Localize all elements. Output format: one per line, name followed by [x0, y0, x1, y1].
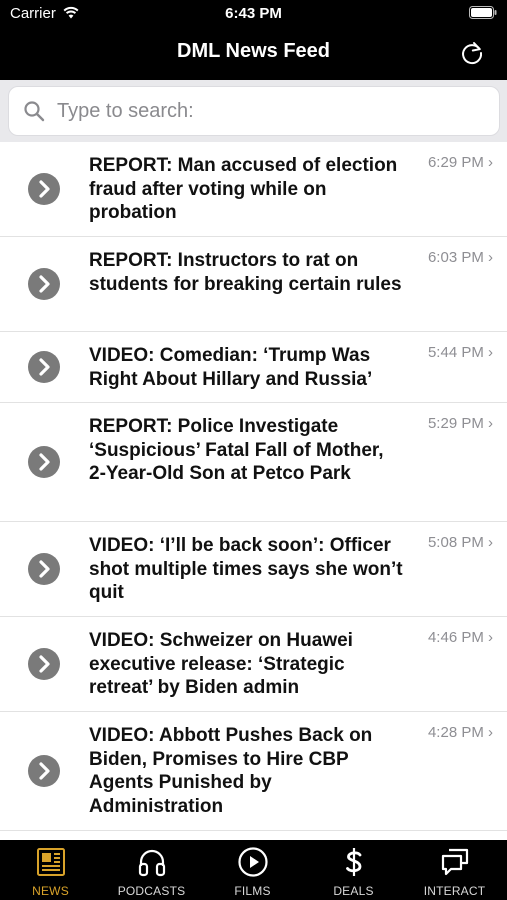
news-headline: VIDEO: ‘I’ll be back soon’: Officer shot… [89, 535, 403, 603]
tab-bar: NEWS PODCASTS FILMS DEALS INTERACT [0, 840, 507, 900]
news-item[interactable]: VIDEO: Schweizer on Huawei executive rel… [0, 617, 507, 712]
refresh-icon[interactable] [459, 40, 485, 66]
chevron-right-icon [28, 268, 60, 300]
status-bar: Carrier 6:43 PM [0, 0, 507, 28]
tab-label: PODCASTS [117, 884, 186, 898]
app-header: Carrier 6:43 PM DML News Feed [0, 0, 507, 80]
chevron-right-icon [28, 351, 60, 383]
chevron-right-icon [28, 755, 60, 787]
play-circle-icon [237, 847, 268, 877]
chevron-right-icon [28, 446, 60, 478]
tab-label: DEALS [333, 884, 374, 898]
news-item[interactable]: REPORT: Instructors to rat on students f… [0, 237, 507, 332]
search-bar [0, 80, 507, 142]
news-time: 6:03 PM › [427, 249, 493, 266]
news-item[interactable]: REPORT: Man accused of election fraud af… [0, 142, 507, 237]
chevron-right-icon [28, 648, 60, 680]
news-headline: REPORT: Police Investigate ‘Suspicious’ … [89, 416, 384, 484]
tab-interact[interactable]: INTERACT [404, 840, 505, 900]
news-headline: REPORT: Instructors to rat on students f… [89, 250, 402, 295]
news-item[interactable]: REPORT: Police Investigate ‘Suspicious’ … [0, 403, 507, 522]
news-time: 5:44 PM › [427, 344, 493, 361]
news-time: 6:29 PM › [427, 154, 493, 171]
newspaper-icon [36, 848, 65, 876]
news-headline: VIDEO: Abbott Pushes Back on Biden, Prom… [89, 725, 373, 817]
status-time: 6:43 PM [225, 5, 282, 22]
tab-deals[interactable]: DEALS [303, 840, 404, 900]
tab-label: FILMS [234, 884, 271, 898]
chevron-right-icon [28, 553, 60, 585]
headphones-icon [138, 849, 165, 877]
news-headline: VIDEO: Comedian: ‘Trump Was Right About … [89, 345, 373, 390]
page-title: DML News Feed [177, 40, 330, 62]
news-feed-list: REPORT: Man accused of election fraud af… [0, 142, 507, 840]
news-item[interactable]: VIDEO: ‘I’ll be back soon’: Officer shot… [0, 522, 507, 617]
news-time: 5:08 PM › [427, 534, 493, 551]
tab-podcasts[interactable]: PODCASTS [101, 840, 202, 900]
battery-icon [469, 6, 497, 19]
chat-bubbles-icon [441, 848, 468, 876]
dollar-icon [345, 848, 361, 876]
tab-label: INTERACT [423, 884, 486, 898]
news-item[interactable]: VIDEO: Abbott Pushes Back on Biden, Prom… [0, 712, 507, 831]
tab-news[interactable]: NEWS [0, 840, 101, 900]
news-time: 4:46 PM › [427, 629, 493, 646]
tab-films[interactable]: FILMS [202, 840, 303, 900]
search-field[interactable] [8, 86, 500, 136]
news-time: 5:29 PM › [427, 415, 493, 432]
chevron-right-icon [28, 173, 60, 205]
news-headline: REPORT: Man accused of election fraud af… [89, 155, 398, 223]
news-headline: VIDEO: Schweizer on Huawei executive rel… [89, 630, 353, 698]
news-time: 4:28 PM › [427, 724, 493, 741]
search-icon [24, 101, 45, 122]
search-input[interactable] [57, 95, 487, 127]
tab-label: NEWS [32, 884, 69, 898]
news-item[interactable]: VIDEO: Comedian: ‘Trump Was Right About … [0, 332, 507, 403]
